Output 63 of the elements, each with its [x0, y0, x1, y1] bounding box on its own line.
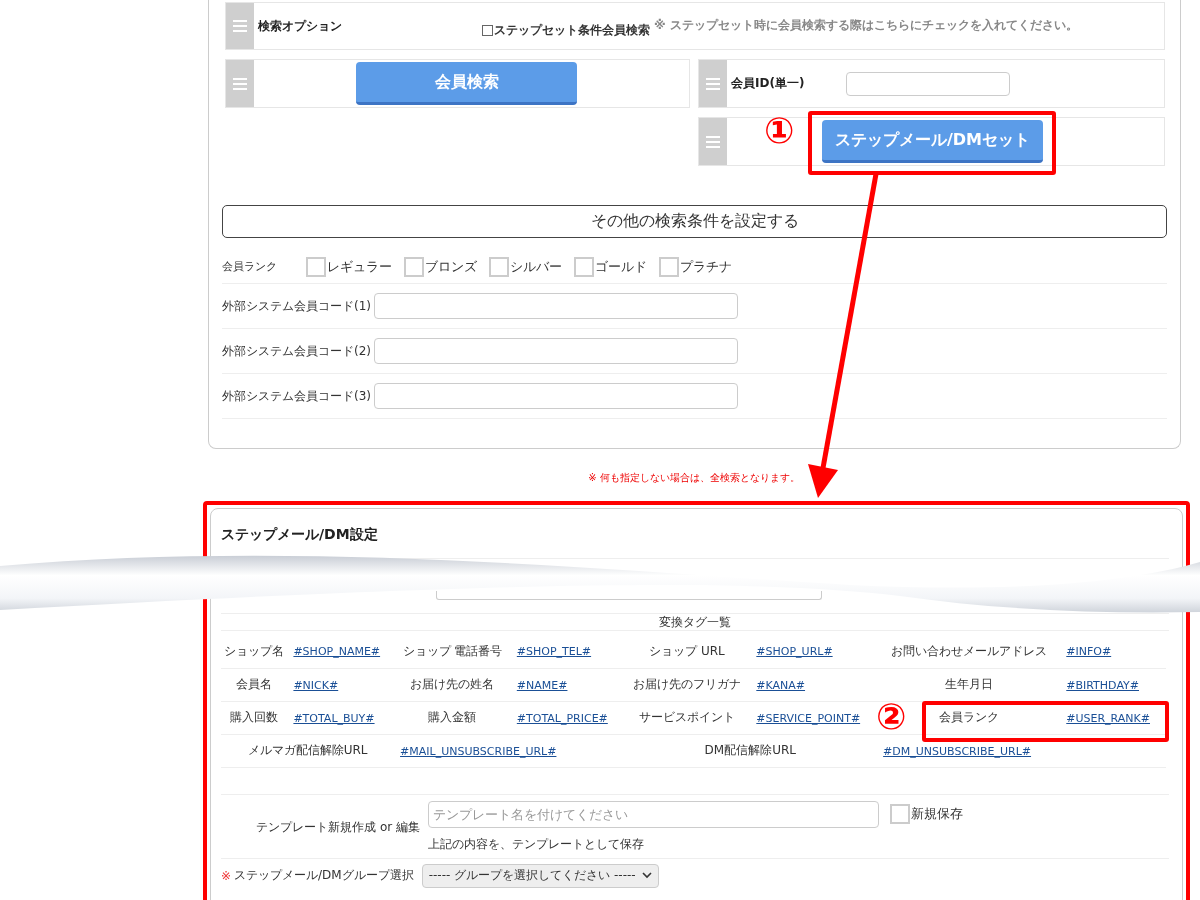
group-select-dropdown[interactable]: ----- グループを選択してください ----- [421, 863, 659, 888]
code-label: 外部システム会員コード(1) [222, 297, 372, 315]
template-hint: 上記の内容を、テンプレートとして保存 [428, 835, 645, 853]
tag-label: 会員ランク [938, 710, 999, 724]
tag-label: ショップ URL [649, 643, 725, 658]
tag-link[interactable]: #INFO# [1066, 645, 1112, 659]
template-label: テンプレート新規作成 or 編集 [255, 818, 421, 836]
member-rank-label: 会員ランク [222, 259, 278, 274]
member-id-field[interactable] [846, 71, 1010, 96]
code-field[interactable] [374, 383, 738, 409]
drag-handle-icon[interactable] [699, 60, 727, 107]
more-conditions-button[interactable]: その他の検索条件を設定する [222, 205, 1167, 238]
tag-label: メルマガ配信解除URL [247, 743, 368, 757]
tag-link[interactable]: #DM_UNSUBSCRIBE_URL# [883, 744, 1032, 758]
code-label: 外部システム会員コード(3) [222, 387, 372, 405]
annotation-number: ② [876, 697, 907, 737]
tag-link[interactable]: #KANA# [756, 678, 806, 692]
group-select-label: ステップメール/DMグループ選択 [234, 867, 414, 884]
required-mark: ※ [221, 868, 232, 883]
code-label: 外部システム会員コード(2) [222, 342, 372, 360]
tag-link[interactable]: #NICK# [293, 678, 339, 692]
tag-label: 生年月日 [944, 677, 993, 691]
tag-link[interactable]: #SHOP_URL# [756, 645, 833, 659]
drag-handle-icon[interactable] [226, 60, 254, 107]
code-field[interactable] [374, 338, 738, 364]
member-id-label: 会員ID(単一) [731, 75, 806, 92]
text-area[interactable] [436, 591, 822, 600]
tag-label: お届け先のフリガナ [632, 677, 741, 691]
drag-handle-icon[interactable] [226, 3, 254, 49]
rank-checkbox[interactable]: プラチナ [659, 256, 732, 277]
option-label: 検索オプション [258, 17, 342, 35]
rank-checkbox[interactable]: シルバー [489, 256, 562, 277]
tag-link[interactable]: #NAME# [516, 678, 568, 692]
rank-checkbox[interactable]: ゴールド [574, 256, 647, 277]
tag-link[interactable]: #SHOP_TEL# [516, 645, 592, 659]
chevron-down-icon [641, 872, 652, 879]
code-field[interactable] [374, 293, 738, 319]
tag-label: ショップ名 [224, 643, 285, 658]
tag-link[interactable]: #SHOP_NAME# [293, 645, 381, 659]
rank-checkbox[interactable]: ブロンズ [404, 256, 477, 277]
annotation-number: ① [764, 111, 795, 151]
tag-link[interactable]: #TOTAL_BUY# [293, 711, 375, 725]
tag-label: お届け先の姓名 [410, 677, 495, 691]
tag-label: 購入回数 [230, 710, 279, 724]
tag-link[interactable]: #MAIL_UNSUBSCRIBE_URL# [400, 744, 557, 758]
tag-label: DM配信解除URL [704, 743, 796, 757]
tag-link[interactable]: #BIRTHDAY# [1066, 678, 1139, 692]
tags-heading: 変換タグ一覧 [221, 614, 1169, 631]
tag-link[interactable]: #USER_RANK# [1066, 711, 1150, 725]
notice-text: ※ 何も指定しない場合は、全検索となります。 [587, 471, 801, 485]
tag-link[interactable]: #SERVICE_POINT# [756, 711, 861, 725]
save-new-checkbox[interactable]: 新規保存 [890, 804, 963, 824]
template-name-field[interactable]: テンプレート名を付けてください [428, 800, 879, 828]
rank-checkbox[interactable]: レギュラー [306, 256, 392, 277]
option-note: ※ ステップセット時に会員検索する際はこちらにチェックを入れてください。 [654, 17, 1078, 34]
tag-label: ショップ 電話番号 [402, 643, 503, 658]
drag-handle-icon[interactable] [699, 118, 727, 165]
tag-label: サービスポイント [638, 710, 735, 724]
tag-label: 会員名 [236, 677, 273, 691]
tag-label: 購入金額 [428, 710, 477, 724]
tag-link[interactable]: #TOTAL_PRICE# [516, 711, 608, 725]
tag-label: お問い合わせメールアドレス [890, 643, 1047, 658]
step-set-checkbox[interactable]: ステップセット条件会員検索 [482, 21, 650, 39]
